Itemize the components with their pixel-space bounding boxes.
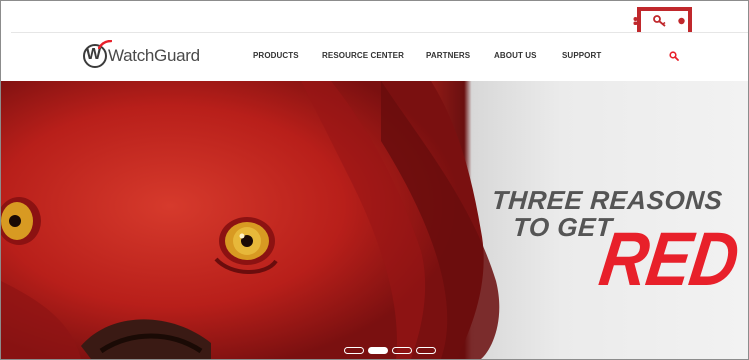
nav-item-resource-center[interactable]: RESOURCE CENTER [322, 51, 404, 60]
nav-item-about-us[interactable]: ABOUT US [494, 51, 537, 60]
nav-item-products[interactable]: PRODUCTS [253, 51, 299, 60]
nav-item-partners[interactable]: PARTNERS [426, 51, 470, 60]
carousel-dot[interactable] [392, 347, 412, 354]
carousel-indicators [344, 347, 440, 356]
nav-item-support[interactable]: SUPPORT [562, 51, 601, 60]
carousel-dot[interactable] [416, 347, 436, 354]
watchguard-logo[interactable]: W WatchGuard [83, 40, 200, 70]
hero-banner[interactable]: THREE REASONS TO GET RED [1, 81, 748, 359]
hero-headline-highlight: RED [594, 216, 744, 302]
utility-bar [1, 1, 748, 37]
search-icon[interactable] [669, 51, 679, 61]
carousel-dot[interactable] [368, 347, 388, 354]
logo-text: WatchGuard [108, 46, 200, 65]
carousel-dot[interactable] [344, 347, 364, 354]
browser-page: W WatchGuard PRODUCTS RESOURCE CENTER PA… [0, 0, 749, 360]
hero-headline-line2: TO GET [511, 212, 614, 242]
